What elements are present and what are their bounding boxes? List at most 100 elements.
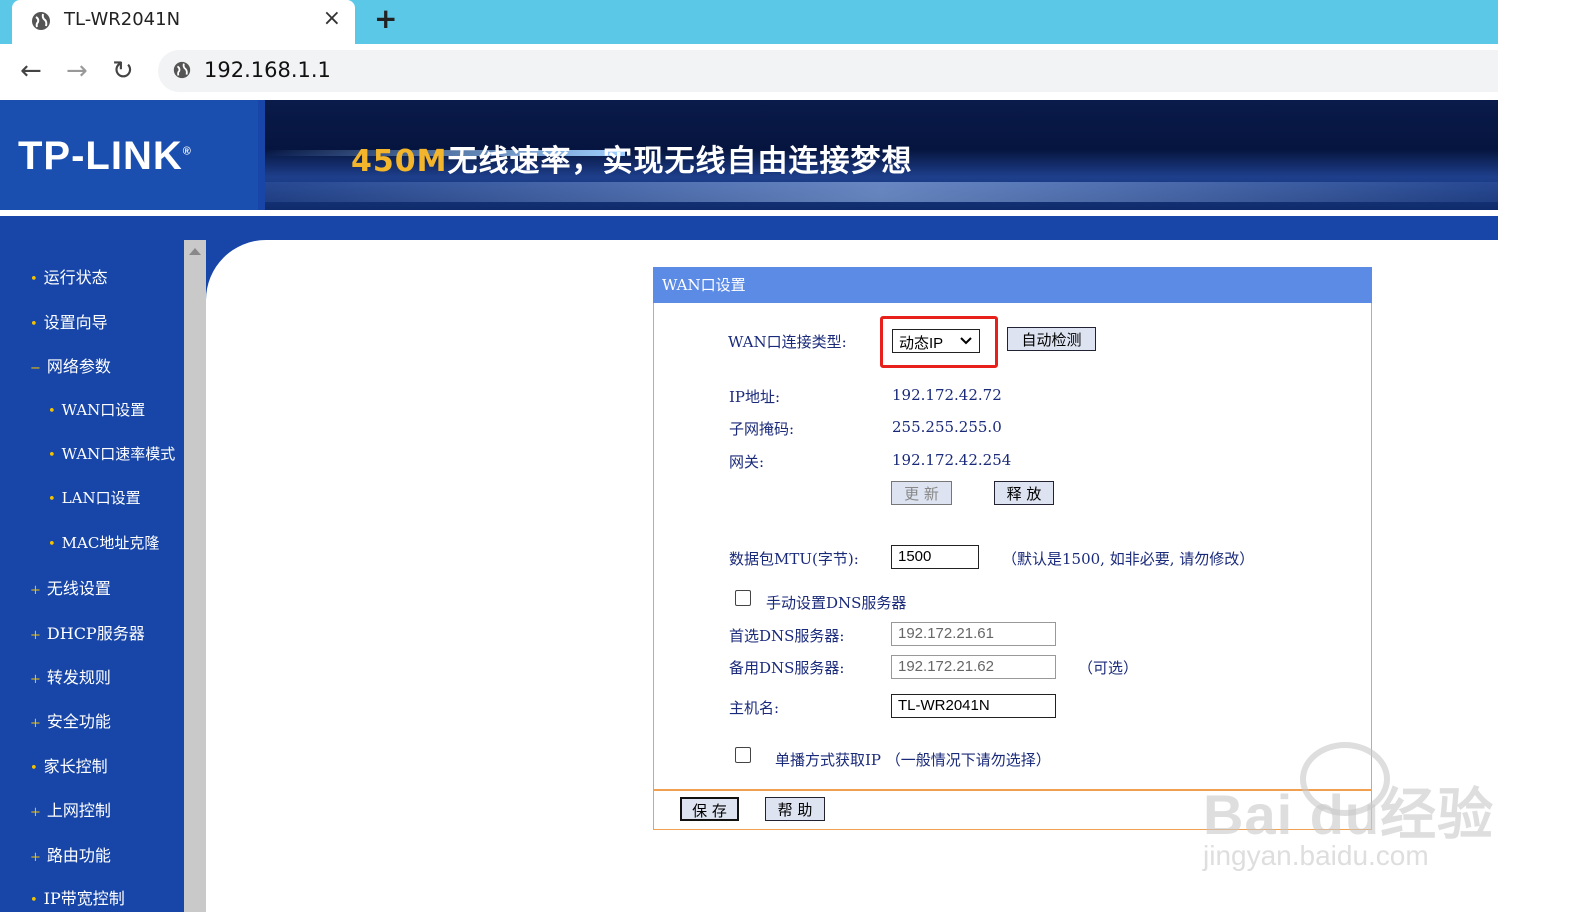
sidebar-item-label: 设置向导 <box>43 313 108 332</box>
mask-value: 255.255.255.0 <box>892 418 1002 436</box>
bullet-icon: • <box>48 492 56 507</box>
forward-icon[interactable]: → <box>66 56 88 86</box>
sidebar-item-network[interactable]: − 网络参数 <box>30 353 111 377</box>
sidebar-item-label: 家长控制 <box>43 757 108 776</box>
ip-value: 192.172.42.72 <box>892 386 1002 404</box>
logo-area: TP-LINK® <box>0 100 258 210</box>
bullet-icon: • <box>48 448 56 463</box>
conn-type-value: 动态IP <box>899 335 944 352</box>
sidebar-item-parental[interactable]: • 家长控制 <box>30 753 108 777</box>
banner-glow <box>265 182 1498 202</box>
sidebar-item-label: WAN口速率模式 <box>61 445 176 463</box>
sidebar-item-security[interactable]: + 安全功能 <box>30 708 111 732</box>
bullet-icon: • <box>48 404 56 419</box>
dns2-input[interactable]: 192.172.21.62 <box>891 655 1056 679</box>
content-corner <box>206 240 266 300</box>
slogan-banner: 450M无线速率，实现无线自由连接梦想 <box>265 100 1498 210</box>
close-tab-icon[interactable]: × <box>323 6 341 31</box>
panel-title: WAN口设置 <box>662 276 746 294</box>
sidebar-item-label: 运行状态 <box>43 268 108 287</box>
back-icon[interactable]: ← <box>20 56 42 86</box>
sidebar-item-label: 上网控制 <box>46 801 111 820</box>
sidebar-item-label: 路由功能 <box>46 846 111 865</box>
sidebar-item-routing[interactable]: + 路由功能 <box>30 842 111 866</box>
mtu-hint: （默认是1500, 如非必要, 请勿修改） <box>1002 550 1255 568</box>
sidebar-item-wireless[interactable]: + 无线设置 <box>30 575 111 599</box>
dns1-input[interactable]: 192.172.21.61 <box>891 622 1056 646</box>
hostname-label: 主机名: <box>729 699 780 717</box>
sidebar-item-bandwidth[interactable]: • IP带宽控制 <box>30 885 125 909</box>
release-button[interactable]: 释 放 <box>994 481 1054 505</box>
expand-icon: + <box>30 583 41 598</box>
conn-type-label: WAN口连接类型: <box>728 333 847 351</box>
expand-icon: + <box>30 672 41 687</box>
globe-icon <box>32 12 50 30</box>
expand-icon: + <box>30 716 41 731</box>
baidu-watermark-url: jingyan.baidu.com <box>1203 840 1429 871</box>
bullet-icon: • <box>30 893 38 908</box>
address-bar[interactable]: 192.168.1.1 <box>158 50 1498 92</box>
tp-link-logo: TP-LINK® <box>18 134 192 179</box>
tab-title: TL-WR2041N <box>64 9 181 30</box>
unicast-checkbox[interactable] <box>735 747 751 763</box>
auto-detect-button[interactable]: 自动检测 <box>1007 327 1096 351</box>
sidebar-item-lan[interactable]: • LAN口设置 <box>48 487 141 508</box>
sidebar-scrollbar[interactable] <box>184 240 206 912</box>
manual-dns-checkbox[interactable] <box>735 590 751 606</box>
sidebar-item-access[interactable]: + 上网控制 <box>30 797 111 821</box>
bullet-icon: • <box>48 537 56 552</box>
reload-icon[interactable]: ↻ <box>112 56 134 86</box>
hostname-input[interactable]: TL-WR2041N <box>891 694 1056 718</box>
site-info-icon[interactable] <box>172 60 192 80</box>
sidebar-item-label: 安全功能 <box>46 712 111 731</box>
sidebar-item-label: MAC地址克隆 <box>61 534 160 552</box>
sidebar-item-label: 转发规则 <box>46 668 111 687</box>
logo-text: TP-LINK <box>18 134 183 178</box>
help-button[interactable]: 帮 助 <box>765 797 825 821</box>
renew-button[interactable]: 更 新 <box>891 481 952 505</box>
banner-slogan: 450M无线速率，实现无线自由连接梦想 <box>351 136 912 180</box>
dns2-hint: （可选） <box>1078 659 1139 677</box>
slogan-speed: 450M <box>351 144 448 179</box>
mtu-label: 数据包MTU(字节): <box>729 550 859 568</box>
sidebar-item-label: IP带宽控制 <box>43 889 125 908</box>
expand-icon: + <box>30 805 41 820</box>
browser-tab-strip: TL-WR2041N × + <box>0 0 1498 44</box>
router-header: TP-LINK® 450M无线速率，实现无线自由连接梦想 <box>0 100 1498 218</box>
dns2-label: 备用DNS服务器: <box>729 659 845 677</box>
sidebar-menu: • 运行状态 • 设置向导 − 网络参数 • WAN口设置 • WAN口速率模式 • LAN… <box>0 240 184 912</box>
manual-dns-label: 手动设置DNS服务器 <box>766 594 907 612</box>
sidebar-item-label: WAN口设置 <box>61 401 146 419</box>
ip-label: IP地址: <box>729 388 781 406</box>
unicast-label: 单播方式获取IP （一般情况下请勿选择） <box>775 751 1051 769</box>
scroll-up-icon[interactable] <box>189 248 201 255</box>
conn-type-select[interactable]: 动态IP <box>892 329 980 353</box>
bullet-icon: • <box>30 272 38 287</box>
sidebar-item-wan[interactable]: • WAN口设置 <box>48 399 145 420</box>
sidebar-item-label: DHCP服务器 <box>46 624 145 643</box>
browser-tab[interactable]: TL-WR2041N × <box>12 0 355 44</box>
gateway-label: 网关: <box>729 453 765 471</box>
sidebar-item-mac-clone[interactable]: • MAC地址克隆 <box>48 532 159 553</box>
sidebar-item-dhcp[interactable]: + DHCP服务器 <box>30 620 145 644</box>
header-bottom-bar <box>0 216 1498 240</box>
registered-mark: ® <box>182 145 192 158</box>
sidebar-item-wan-speed[interactable]: • WAN口速率模式 <box>48 443 175 464</box>
dns1-label: 首选DNS服务器: <box>729 627 845 645</box>
mask-label: 子网掩码: <box>729 420 795 438</box>
sidebar-item-status[interactable]: • 运行状态 <box>30 264 108 288</box>
sidebar-item-label: 网络参数 <box>46 357 111 376</box>
mtu-input[interactable]: 1500 <box>891 545 979 569</box>
new-tab-icon[interactable]: + <box>374 2 397 35</box>
conn-type-highlight: 动态IP <box>880 316 998 368</box>
chevron-down-icon <box>960 337 972 345</box>
sidebar-item-label: LAN口设置 <box>61 489 141 507</box>
panel-title-bar: WAN口设置 <box>653 267 1372 303</box>
collapse-icon: − <box>30 361 41 376</box>
sidebar-item-forwarding[interactable]: + 转发规则 <box>30 664 111 688</box>
url-text: 192.168.1.1 <box>204 58 331 82</box>
sidebar-item-wizard[interactable]: • 设置向导 <box>30 309 108 333</box>
browser-toolbar: ← → ↻ 192.168.1.1 <box>0 44 1498 100</box>
expand-icon: + <box>30 850 41 865</box>
save-button[interactable]: 保 存 <box>680 797 739 821</box>
